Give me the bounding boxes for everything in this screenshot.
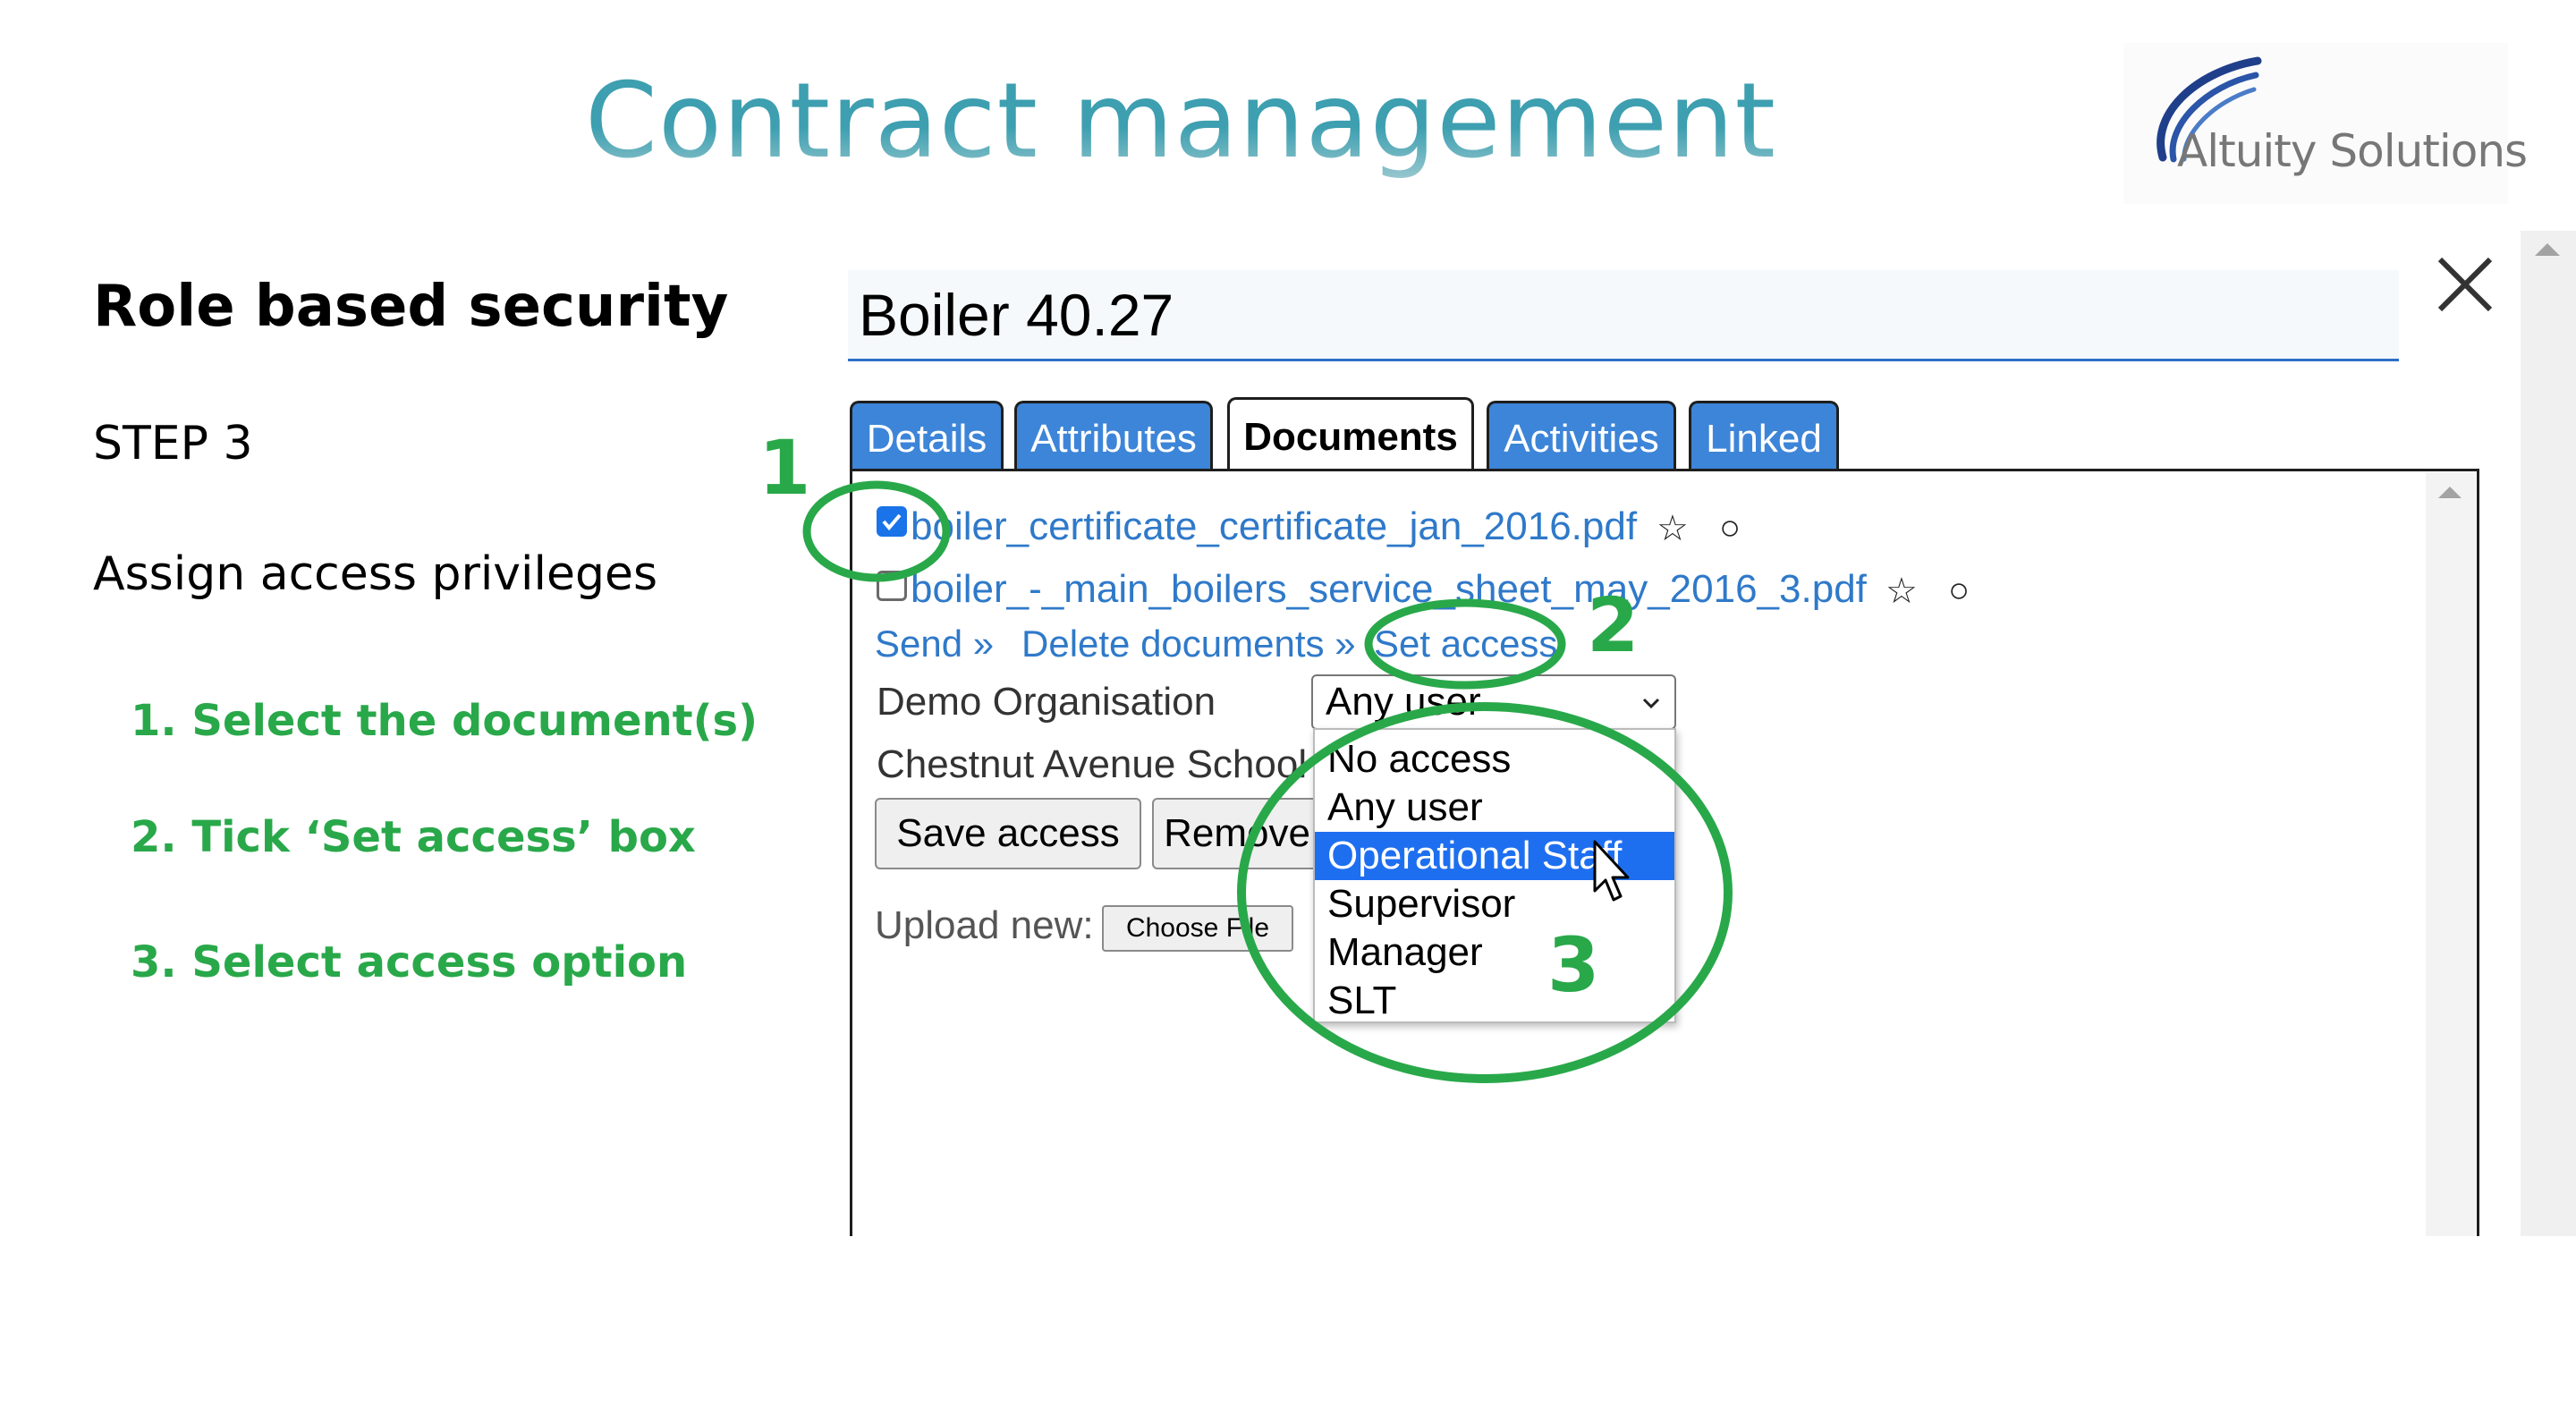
scroll-up-arrow-icon[interactable] (2535, 243, 2560, 256)
close-icon[interactable] (2428, 247, 2503, 322)
checkmark-icon (882, 513, 902, 531)
slide-title: Contract management (0, 61, 2361, 182)
section-heading: Role based security (93, 274, 729, 340)
save-access-button[interactable]: Save access (875, 798, 1141, 869)
dropdown-option-slt[interactable]: SLT (1315, 977, 1674, 1025)
mouse-cursor-icon (1593, 840, 1630, 902)
send-link[interactable]: Send » (875, 623, 994, 665)
tab-attributes[interactable]: Attributes (1014, 401, 1213, 472)
access-select[interactable]: Any user (1311, 674, 1676, 730)
annotation-number-2: 2 (1587, 581, 1640, 669)
access-select-value: Any user (1326, 680, 1481, 724)
tab-activities[interactable]: Activities (1487, 401, 1676, 472)
delete-documents-link[interactable]: Delete documents » (1021, 623, 1356, 665)
chevron-down-icon (1642, 698, 1660, 709)
org-label-chestnut: Chestnut Avenue School (877, 742, 1308, 786)
step-subheading: Assign access privileges (93, 547, 658, 601)
circle-icon[interactable]: ○ (1948, 571, 1970, 611)
choose-file-button[interactable]: Choose File (1102, 905, 1293, 952)
dropdown-option-any-user[interactable]: Any user (1315, 784, 1674, 832)
set-access-link[interactable]: Set access (1374, 623, 1557, 665)
dropdown-option-manager[interactable]: Manager (1315, 928, 1674, 977)
logo-text: Altuity Solutions (2177, 125, 2528, 177)
instruction-1: 1. Select the document(s) (131, 696, 758, 746)
annotation-number-3: 3 (1547, 921, 1600, 1009)
window-scrollbar[interactable] (2521, 231, 2576, 1236)
tab-documents[interactable]: Documents (1227, 397, 1474, 472)
org-label-demo: Demo Organisation (877, 680, 1216, 724)
star-icon[interactable]: ☆ (1657, 508, 1689, 549)
annotation-number-1: 1 (758, 424, 811, 512)
dropdown-option-no-access[interactable]: No access (1315, 735, 1674, 784)
record-title[interactable]: Boiler 40.27 (848, 270, 2399, 361)
tab-linked[interactable]: Linked (1689, 401, 1839, 472)
remove-button[interactable]: Remove (1152, 798, 1322, 869)
document-checkbox-2[interactable] (877, 571, 907, 601)
instruction-2: 2. Tick ‘Set access’ box (131, 812, 696, 862)
step-label: STEP 3 (93, 417, 253, 470)
document-link-2[interactable]: boiler_-_main_boilers_service_sheet_may_… (911, 567, 1867, 612)
documents-scrollbar[interactable] (2426, 472, 2476, 1236)
swoosh-logo-icon (2157, 56, 2262, 163)
instruction-3: 3. Select access option (131, 937, 688, 987)
circle-icon[interactable]: ○ (1719, 508, 1741, 548)
upload-label: Upload new: (875, 903, 1094, 947)
scroll-up-arrow-icon[interactable] (2438, 487, 2462, 498)
company-logo: Altuity Solutions (2123, 43, 2528, 204)
document-checkbox-1[interactable] (877, 506, 907, 537)
tab-details[interactable]: Details (850, 401, 1004, 472)
star-icon[interactable]: ☆ (1885, 571, 1918, 612)
document-link-1[interactable]: boiler_certificate_certificate_jan_2016.… (911, 504, 1637, 549)
